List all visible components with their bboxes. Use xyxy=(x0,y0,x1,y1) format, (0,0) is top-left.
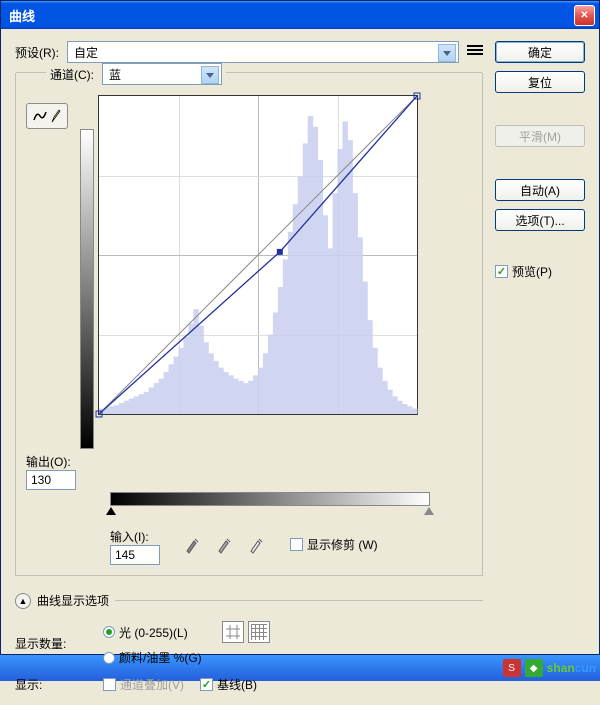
channel-overlay-label: 通道叠加(V) xyxy=(120,676,184,693)
display-options-label: 曲线显示选项 xyxy=(37,592,109,609)
output-gradient xyxy=(80,129,94,449)
channel-combo[interactable]: 蓝 xyxy=(102,63,222,85)
watermark: shancun xyxy=(547,659,596,677)
preview-label: 预览(P) xyxy=(512,263,552,280)
auto-button[interactable]: 自动(A) xyxy=(495,179,585,201)
baseline-checkbox[interactable] xyxy=(200,678,213,691)
reset-button[interactable]: 复位 xyxy=(495,71,585,93)
close-button[interactable]: ✕ xyxy=(574,5,595,26)
curve-icon xyxy=(33,109,47,123)
curves-dialog: 曲线 ✕ 预设(R): 自定 通道(C): 蓝 xyxy=(0,0,600,655)
preset-label: 预设(R): xyxy=(15,44,59,61)
titlebar[interactable]: 曲线 ✕ xyxy=(1,1,599,29)
output-label: 输出(O): xyxy=(26,453,94,470)
channel-value: 蓝 xyxy=(109,66,121,83)
preset-combo[interactable]: 自定 xyxy=(67,41,459,63)
pigment-label: 颜料/油墨 %(G) xyxy=(119,649,202,666)
black-eyedropper[interactable] xyxy=(180,533,206,557)
curve-draw-tools[interactable] xyxy=(26,103,68,129)
pencil-icon xyxy=(51,109,61,123)
input-input[interactable] xyxy=(110,545,160,565)
show-amount-label: 显示数量: xyxy=(15,635,95,652)
input-gradient xyxy=(110,492,430,506)
options-button[interactable]: 选项(T)... xyxy=(495,209,585,231)
display-options-toggle[interactable]: ▲ xyxy=(15,593,31,609)
channel-label: 通道(C): xyxy=(50,66,94,83)
show-label: 显示: xyxy=(15,676,95,693)
grid-coarse-button[interactable] xyxy=(222,621,244,643)
dialog-title: 曲线 xyxy=(9,6,35,25)
divider xyxy=(115,600,483,601)
white-eyedropper[interactable] xyxy=(244,533,270,557)
show-clipping-checkbox[interactable] xyxy=(290,538,303,551)
preset-value: 自定 xyxy=(74,44,98,61)
smooth-button: 平滑(M) xyxy=(495,125,585,147)
channel-overlay-checkbox[interactable] xyxy=(103,678,116,691)
output-input[interactable] xyxy=(26,470,76,490)
curve-graph[interactable] xyxy=(98,95,418,415)
tray-icon-s[interactable]: S xyxy=(503,659,521,677)
light-radio[interactable] xyxy=(103,626,115,638)
pigment-radio[interactable] xyxy=(103,652,115,664)
tray-icon-shield[interactable]: ◆ xyxy=(525,659,543,677)
preview-checkbox[interactable] xyxy=(495,265,508,278)
gray-eyedropper[interactable] xyxy=(212,533,238,557)
baseline-label: 基线(B) xyxy=(217,676,257,693)
preset-menu-icon[interactable] xyxy=(467,45,483,59)
white-point-slider[interactable] xyxy=(424,507,434,515)
show-clipping-label: 显示修剪 (W) xyxy=(307,536,378,553)
grid-fine-button[interactable] xyxy=(248,621,270,643)
input-label: 输入(I): xyxy=(110,528,160,545)
curve-lines xyxy=(99,96,417,414)
light-label: 光 (0-255)(L) xyxy=(119,624,188,641)
black-point-slider[interactable] xyxy=(106,507,116,515)
ok-button[interactable]: 确定 xyxy=(495,41,585,63)
